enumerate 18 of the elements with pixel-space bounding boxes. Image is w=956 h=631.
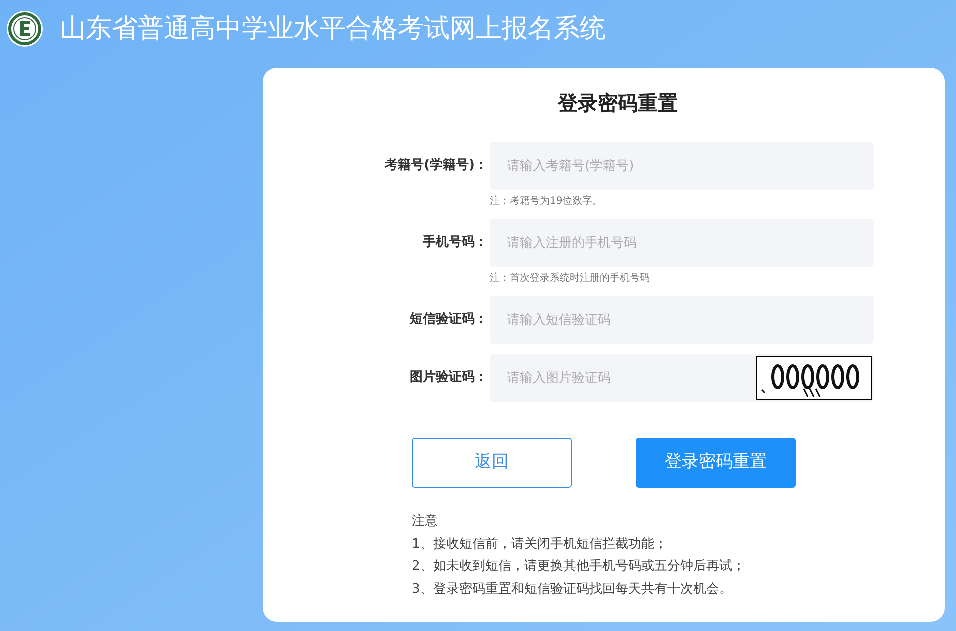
notice-text: 1、接收短信前，请关闭手机短信拦截功能； — [412, 536, 668, 554]
field-label: 图片验证码： — [409, 369, 489, 388]
field-note: 注：考籍号为19位数字。 — [490, 194, 604, 209]
reset-button[interactable]: 登录密码重置 — [636, 438, 796, 488]
notice-heading: 注意 — [412, 513, 439, 531]
notice-text: 3、登录密码重置和短信验证码找回每天共有十次机会。 — [412, 580, 734, 598]
field-label: 考籍号(学籍号)： — [384, 157, 489, 176]
back-button[interactable]: 返回 — [412, 438, 572, 488]
input-field[interactable]: 请输入注册的手机号码 — [490, 219, 874, 267]
form-title: 登录密码重置 — [558, 90, 678, 117]
notice-text: 2、如未收到短信，请更换其他手机号码或五分钟后再试； — [412, 558, 746, 576]
input-field[interactable]: 请输入短信验证码 — [490, 296, 874, 344]
input-field[interactable]: 请输入考籍号(学籍号) — [490, 142, 874, 190]
field-label: 短信验证码： — [409, 311, 489, 330]
logo-icon — [6, 10, 44, 48]
field-note: 注：首次登录系统时注册的手机号码 — [490, 272, 651, 286]
site-title: 山东省普通高中学业水平合格考试网上报名系统 — [60, 12, 606, 46]
field-label: 手机号码： — [422, 234, 489, 252]
